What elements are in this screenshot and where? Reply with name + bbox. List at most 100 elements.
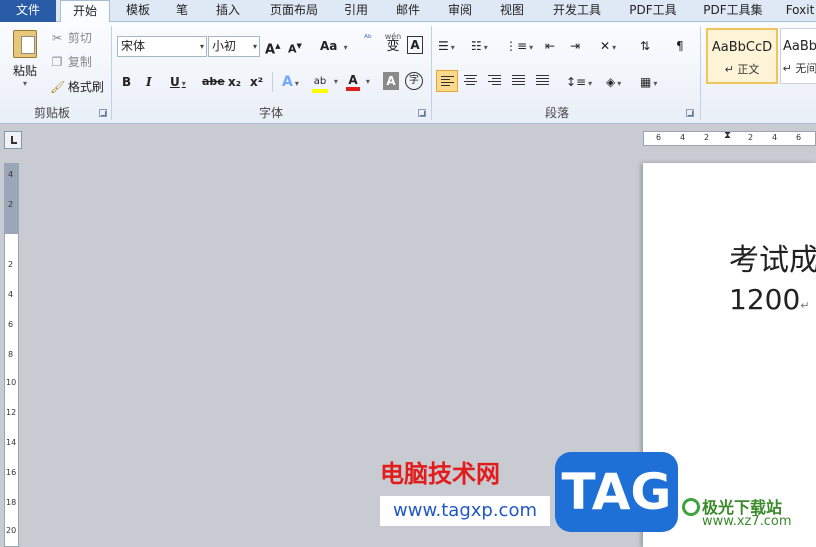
- ruler-tick: 2: [748, 133, 754, 142]
- paragraph-launcher-icon[interactable]: [686, 109, 694, 117]
- horizontal-ruler[interactable]: 6 4 2 ⧗ 2 4 6: [643, 130, 816, 146]
- ruler-tick: 4: [772, 133, 778, 142]
- distribute-button[interactable]: [532, 70, 554, 92]
- clipboard-group-label: 剪贴板: [33, 106, 70, 120]
- grow-font-icon: A: [265, 42, 276, 58]
- watermark-site-url: www.tagxp.com: [380, 496, 550, 526]
- tab-pdf-toolset[interactable]: PDF工具集: [698, 0, 768, 22]
- ruler-tick: 2: [704, 133, 710, 142]
- ribbon-tab-bar: 文件 开始 模板 笔 插入 页面布局 引用 邮件 审阅 视图 开发工具 PDF工…: [0, 0, 816, 23]
- logo-circle-icon: [682, 498, 700, 516]
- document-text-line[interactable]: 考试成: [729, 235, 816, 279]
- ruler-tick: 6: [8, 320, 14, 329]
- tab-selector-button[interactable]: [4, 131, 22, 149]
- underline-button[interactable]: U: [170, 72, 186, 92]
- tab-file[interactable]: 文件: [0, 0, 56, 22]
- strikethrough-button[interactable]: abe: [202, 72, 225, 92]
- superscript-button[interactable]: x²: [250, 72, 263, 92]
- sort-button[interactable]: ⇅: [640, 36, 650, 56]
- tab-review[interactable]: 审阅: [440, 0, 480, 22]
- multilevel-list-button[interactable]: ⋮≡: [505, 36, 533, 56]
- watermark-site-name: 电脑技术网: [380, 460, 500, 488]
- justify-button[interactable]: [508, 70, 530, 92]
- change-case-button[interactable]: Aa: [320, 36, 348, 56]
- tab-home[interactable]: 开始: [60, 0, 110, 23]
- chinese-layout-icon: ✕: [600, 39, 611, 53]
- bullets-button[interactable]: ☰: [438, 36, 455, 56]
- font-size-combo[interactable]: 小初 ▾: [208, 36, 260, 57]
- tab-foxit[interactable]: Foxit: [780, 0, 816, 22]
- font-launcher-icon[interactable]: [418, 109, 426, 117]
- bold-button[interactable]: B: [122, 72, 131, 92]
- copy-label: 复制: [67, 55, 92, 69]
- character-border-button[interactable]: A: [407, 36, 423, 54]
- highlight-button[interactable]: ab: [312, 70, 338, 93]
- subscript-button[interactable]: x₂: [228, 72, 241, 92]
- tab-pen[interactable]: 笔: [166, 0, 198, 22]
- cut-label: 剪切: [67, 31, 92, 45]
- paragraph-shading-button[interactable]: ◈: [606, 72, 621, 92]
- italic-icon: I: [146, 75, 152, 89]
- font-color-button[interactable]: A: [346, 70, 370, 91]
- ribbon: 粘贴 ▾ ✂ 剪切 ❐ 复制 🖌 格式刷 剪贴板 宋体 ▾ 小初 ▾ A▲ A▼…: [0, 22, 816, 124]
- paste-button[interactable]: 粘贴 ▾: [6, 28, 44, 98]
- clipboard-launcher-icon[interactable]: [99, 109, 107, 117]
- show-marks-button[interactable]: ¶: [676, 36, 684, 56]
- tab-template[interactable]: 模板: [116, 0, 160, 22]
- align-center-button[interactable]: [460, 70, 482, 92]
- borders-button[interactable]: ▦: [640, 72, 657, 92]
- document-text-line[interactable]: 1200↵: [729, 283, 809, 316]
- shrink-font-button[interactable]: A▼: [288, 36, 302, 56]
- align-left-icon: [441, 76, 454, 87]
- strikethrough-icon: abe: [202, 75, 225, 88]
- style-no-spacing-sample: AaBb: [782, 39, 816, 54]
- tab-insert[interactable]: 插入: [206, 0, 250, 22]
- paste-dropdown-icon[interactable]: ▾: [6, 79, 44, 88]
- font-name-combo[interactable]: 宋体 ▾: [117, 36, 207, 57]
- style-normal[interactable]: AaBbCcD ↵ 正文: [706, 28, 778, 84]
- style-normal-sample: AaBbCcD: [711, 40, 773, 55]
- increase-indent-button[interactable]: ⇥: [570, 36, 580, 56]
- phonetic-guide-button[interactable]: wén 变: [383, 32, 403, 53]
- ruler-tick: 6: [796, 133, 802, 142]
- scissors-icon: ✂: [51, 31, 63, 45]
- line-spacing-button[interactable]: ↕≡: [566, 72, 592, 92]
- divider: [272, 72, 273, 92]
- ruler-tick: 18: [6, 498, 17, 507]
- bullet-list-icon: ☰: [438, 39, 449, 53]
- numbering-button[interactable]: ☷: [471, 36, 488, 56]
- italic-button[interactable]: I: [146, 72, 152, 92]
- vertical-ruler[interactable]: 4 2 2 4 6 8 10 12 14 16 18 20: [4, 163, 19, 547]
- indent-marker-icon[interactable]: ⧗: [724, 130, 731, 141]
- align-left-button[interactable]: [436, 70, 458, 92]
- format-painter-button[interactable]: 🖌 格式刷: [50, 77, 104, 97]
- document-number[interactable]: 1200: [729, 283, 800, 316]
- decrease-indent-button[interactable]: ⇤: [545, 36, 555, 56]
- ruler-tick: 12: [6, 408, 17, 417]
- ruler-tick: 8: [8, 350, 14, 359]
- sort-icon: ⇅: [640, 39, 651, 53]
- tab-developer[interactable]: 开发工具: [546, 0, 608, 22]
- shrink-font-icon: A: [288, 42, 297, 56]
- enclose-characters-button[interactable]: 字: [405, 72, 423, 90]
- cut-button[interactable]: ✂ 剪切: [50, 28, 92, 48]
- text-effect-button[interactable]: A: [282, 72, 299, 92]
- copy-button[interactable]: ❐ 复制: [50, 52, 92, 72]
- grow-font-button[interactable]: A▲: [265, 36, 280, 58]
- clipboard-icon: [13, 30, 37, 58]
- copy-icon: ❐: [51, 55, 63, 69]
- ruler-tick: 16: [6, 468, 17, 477]
- character-shading-button[interactable]: A: [383, 72, 399, 90]
- tab-pdf-tools[interactable]: PDF工具: [620, 0, 686, 22]
- clear-format-button[interactable]: ᴬᵇ: [358, 34, 378, 54]
- style-no-spacing[interactable]: AaBb ↵ 无间: [780, 28, 816, 84]
- tab-page-layout[interactable]: 页面布局: [262, 0, 326, 22]
- tab-references[interactable]: 引用: [336, 0, 376, 22]
- tab-view[interactable]: 视图: [492, 0, 532, 22]
- watermark-download-logo: 极光下载站 www.xz7.com: [682, 494, 816, 534]
- increase-indent-icon: ⇥: [570, 39, 581, 53]
- enclose-characters-icon: 字: [409, 75, 419, 86]
- tab-mailings[interactable]: 邮件: [388, 0, 428, 22]
- chinese-layout-button[interactable]: ✕: [600, 36, 616, 56]
- align-right-button[interactable]: [484, 70, 506, 92]
